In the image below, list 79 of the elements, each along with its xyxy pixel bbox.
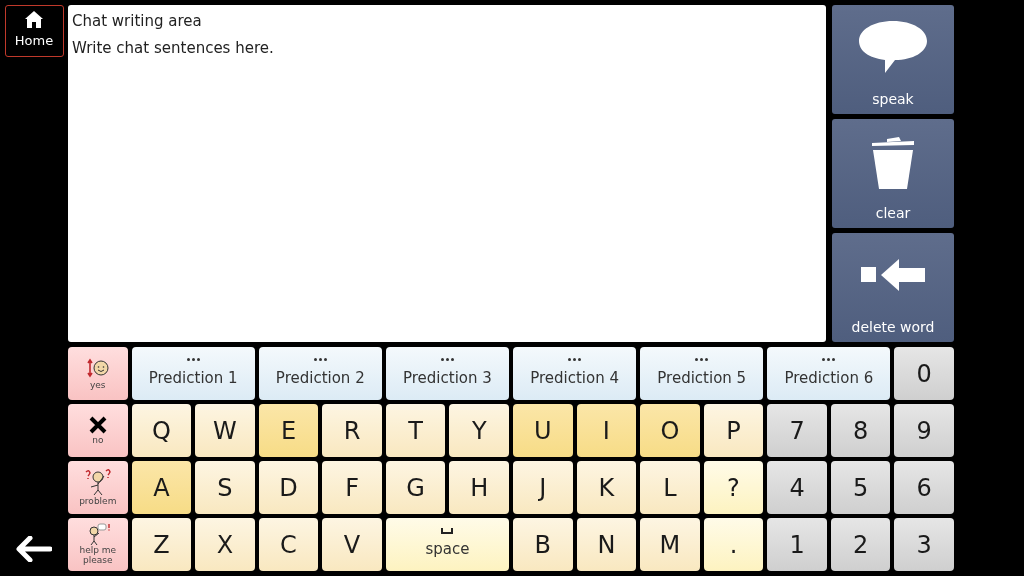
placeholder-text: Write chat sentences here. [72, 38, 275, 59]
space-key[interactable]: space [385, 518, 509, 571]
quick-phrase-key[interactable]: yes [68, 347, 128, 400]
letter-key[interactable]: B [513, 518, 573, 571]
prediction-key[interactable]: Prediction 4 [513, 347, 637, 400]
quick-phrase-key[interactable]: help me please [68, 518, 128, 571]
letter-key[interactable]: M [640, 518, 700, 571]
delete-button[interactable]: delete word [832, 233, 954, 342]
prediction-key[interactable]: Prediction 2 [258, 347, 382, 400]
letter-key[interactable]: W [195, 404, 255, 457]
number-key[interactable]: 9 [894, 404, 954, 457]
letter-key[interactable]: R [322, 404, 382, 457]
number-key[interactable]: 6 [894, 461, 954, 514]
key-label: space [425, 539, 470, 561]
prediction-key[interactable]: Prediction 1 [131, 347, 255, 400]
letter-key[interactable]: N [576, 518, 637, 571]
key-label: Prediction 6 [784, 367, 874, 389]
back-arrow-icon[interactable] [16, 536, 52, 562]
clear-button[interactable]: clear [832, 119, 954, 228]
number-key[interactable]: 2 [830, 518, 891, 571]
number-key[interactable]: 1 [767, 518, 827, 571]
ellipsis-icon [186, 357, 200, 361]
key-label: help me please [78, 546, 118, 566]
key-label: problem [79, 497, 117, 507]
number-key[interactable]: 5 [830, 461, 891, 514]
letter-key[interactable]: P [703, 404, 764, 457]
ellipsis-icon [695, 357, 709, 361]
key-label: Prediction 3 [403, 367, 492, 389]
number-key[interactable]: 0 [894, 347, 954, 400]
prediction-key[interactable]: Prediction 3 [385, 347, 509, 400]
letter-key[interactable]: O [640, 404, 700, 457]
letter-key[interactable]: U [513, 404, 573, 457]
quick-phrase-key[interactable]: problem [68, 461, 128, 514]
ellipsis-icon [822, 357, 836, 361]
letter-key[interactable]: G [385, 461, 446, 514]
delete-arrow-icon [859, 258, 927, 292]
ellipsis-icon [313, 357, 327, 361]
quick-phrase-key[interactable]: no [68, 404, 128, 457]
letter-key[interactable]: Y [449, 404, 509, 457]
key-label: no [92, 436, 104, 446]
letter-key[interactable]: . [703, 518, 764, 571]
letter-key[interactable]: D [258, 461, 319, 514]
number-key[interactable]: 7 [767, 404, 827, 457]
letter-key[interactable]: S [195, 461, 255, 514]
key-label: yes [90, 381, 106, 391]
letter-key[interactable]: V [322, 518, 382, 571]
letter-key[interactable]: F [322, 461, 382, 514]
prediction-key[interactable]: Prediction 6 [767, 347, 891, 400]
home-icon [25, 11, 43, 29]
number-key[interactable]: 4 [767, 461, 827, 514]
letter-key[interactable]: H [449, 461, 509, 514]
ellipsis-icon [440, 357, 454, 361]
speak-button[interactable]: speak [832, 5, 954, 114]
letter-key[interactable]: ? [703, 461, 764, 514]
number-key[interactable]: 3 [894, 518, 954, 571]
number-key[interactable]: 8 [830, 404, 891, 457]
key-label: Prediction 1 [148, 367, 238, 389]
chat-text-area[interactable]: Chat writing area Write chat sentences here. [68, 5, 826, 342]
letter-key[interactable]: K [576, 461, 637, 514]
letter-key[interactable]: C [258, 518, 319, 571]
letter-key[interactable]: Q [131, 404, 192, 457]
letter-key[interactable]: A [131, 461, 192, 514]
letter-key[interactable]: I [576, 404, 637, 457]
ellipsis-icon [568, 357, 582, 361]
letter-key[interactable]: L [640, 461, 700, 514]
letter-key[interactable]: T [385, 404, 446, 457]
letter-key[interactable]: J [513, 461, 573, 514]
cross-icon [87, 415, 108, 436]
chat-area-title: Chat writing area [72, 11, 203, 32]
space-symbol-icon [441, 528, 454, 535]
key-label: Prediction 4 [530, 367, 619, 389]
letter-key[interactable]: Z [131, 518, 192, 571]
key-label: Prediction 5 [657, 367, 747, 389]
home-button[interactable]: Home [4, 5, 64, 57]
prediction-key[interactable]: Prediction 5 [640, 347, 764, 400]
letter-key[interactable]: E [258, 404, 319, 457]
letter-key[interactable]: X [195, 518, 255, 571]
key-label: Prediction 2 [275, 367, 365, 389]
speech-bubble-icon [857, 19, 929, 75]
